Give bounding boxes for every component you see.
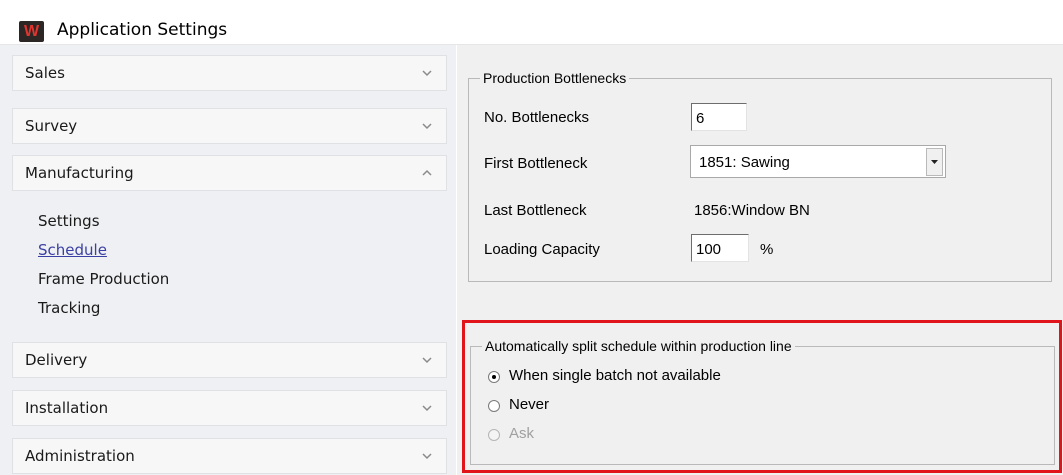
- window-title: Application Settings: [57, 20, 228, 40]
- radio-ask-label: Ask: [509, 425, 535, 442]
- dropdown-button[interactable]: [926, 148, 943, 176]
- accordion-label: Installation: [25, 399, 109, 417]
- radio-single-batch[interactable]: [488, 371, 500, 383]
- first-bottleneck-value: 1851: Sawing: [699, 154, 790, 171]
- sidebar-item-schedule[interactable]: Schedule: [38, 241, 107, 259]
- sidebar-item-settings[interactable]: Settings: [38, 212, 100, 230]
- accordion-survey[interactable]: Survey: [12, 108, 447, 144]
- app-logo-glyph: W: [23, 23, 40, 40]
- accordion-label: Administration: [25, 447, 135, 465]
- last-bottleneck-label: Last Bottleneck: [484, 202, 587, 219]
- sidebar-item-tracking[interactable]: Tracking: [38, 299, 100, 317]
- radio-never[interactable]: [488, 400, 500, 412]
- split-schedule-group: [470, 346, 1055, 465]
- chevron-down-icon: [422, 453, 432, 460]
- accordion-administration[interactable]: Administration: [12, 438, 447, 474]
- settings-panel: Production Bottlenecks No. Bottlenecks F…: [457, 45, 1063, 475]
- first-bottleneck-label: First Bottleneck: [484, 155, 588, 172]
- accordion-label: Sales: [25, 64, 65, 82]
- accordion-label: Manufacturing: [25, 164, 134, 182]
- chevron-up-icon: [422, 169, 432, 176]
- sidebar-item-frame-production[interactable]: Frame Production: [38, 270, 169, 288]
- radio-single-batch-label[interactable]: When single batch not available: [509, 367, 721, 384]
- split-schedule-group-title: Automatically split schedule within prod…: [482, 338, 795, 354]
- radio-never-label[interactable]: Never: [509, 396, 549, 413]
- last-bottleneck-value: 1856:Window BN: [694, 202, 810, 219]
- chevron-down-icon: [422, 123, 432, 130]
- chevron-down-icon: [422, 405, 432, 412]
- loading-capacity-unit: %: [760, 241, 774, 258]
- accordion-manufacturing[interactable]: Manufacturing: [12, 155, 447, 191]
- no-bottlenecks-label: No. Bottlenecks: [484, 109, 590, 126]
- title-bar: W Application Settings: [0, 0, 1063, 45]
- loading-capacity-label: Loading Capacity: [484, 241, 600, 258]
- accordion-installation[interactable]: Installation: [12, 390, 447, 426]
- caret-down-icon: [931, 160, 938, 164]
- accordion-label: Survey: [25, 117, 78, 135]
- bottlenecks-group-title: Production Bottlenecks: [480, 70, 630, 86]
- loading-capacity-input[interactable]: [691, 234, 749, 262]
- app-logo-icon: W: [19, 21, 44, 42]
- accordion-label: Delivery: [25, 351, 88, 369]
- accordion-sales[interactable]: Sales: [12, 55, 447, 91]
- radio-dot: [492, 375, 496, 379]
- chevron-down-icon: [422, 357, 432, 364]
- sidebar: Sales Survey Manufacturing Settings Sche…: [0, 45, 456, 475]
- first-bottleneck-select[interactable]: 1851: Sawing: [690, 145, 946, 178]
- chevron-down-icon: [422, 70, 432, 77]
- accordion-delivery[interactable]: Delivery: [12, 342, 447, 378]
- no-bottlenecks-input[interactable]: [691, 103, 747, 131]
- radio-ask: [488, 429, 500, 441]
